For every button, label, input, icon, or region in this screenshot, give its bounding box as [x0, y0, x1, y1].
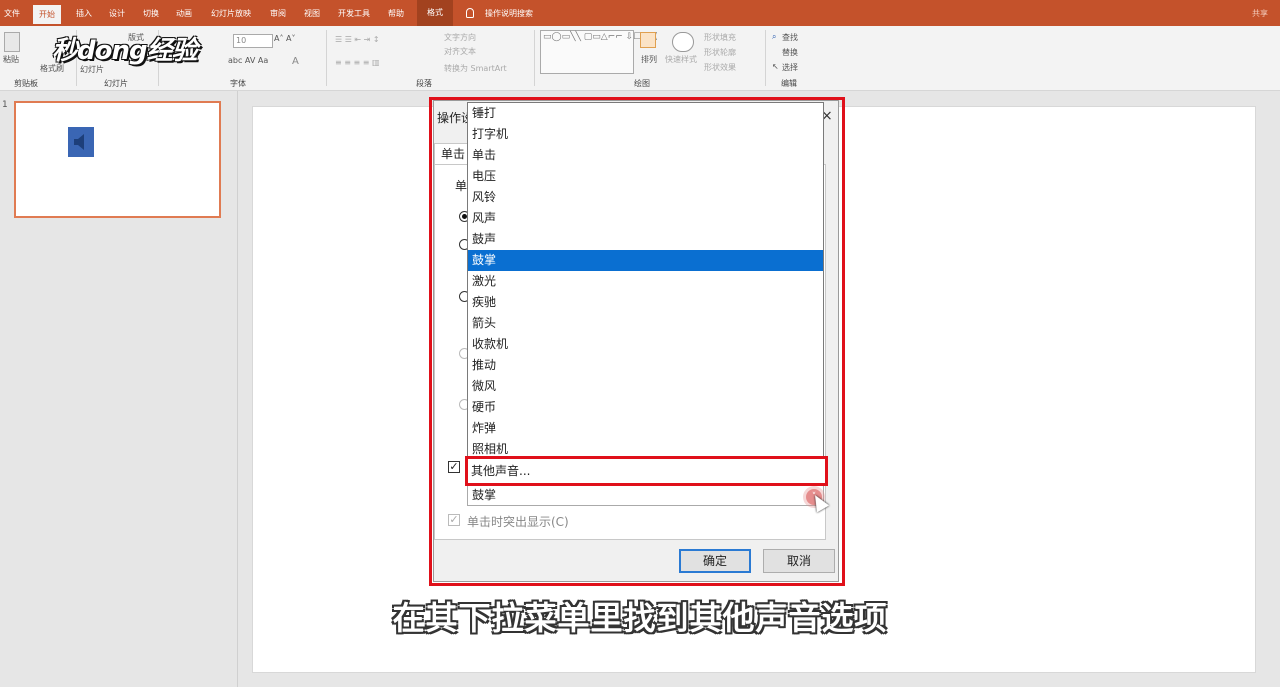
group-drawing-label: 绘图 [634, 79, 650, 88]
ribbon-tab-bar: 文件 开始 插入 设计 切换 动画 幻灯片放映 审阅 视图 开发工具 帮助 格式… [0, 0, 1280, 26]
tab-home[interactable]: 开始 [33, 5, 61, 24]
font-grow-icon[interactable]: A˄ A˅ [274, 34, 296, 43]
list-item[interactable]: 炸弹 [468, 418, 823, 439]
action-group-label: 单 [455, 179, 468, 193]
highlight-click-label: 单击时突出显示(C) [467, 515, 569, 529]
tab-design[interactable]: 设计 [109, 6, 125, 22]
align-icons[interactable]: ≡ ≡ ≡ ≡ ▥ [335, 58, 380, 67]
group-editing-label: 编辑 [781, 79, 797, 88]
shape-effects-button[interactable]: 形状效果 [704, 62, 736, 73]
list-item[interactable]: 推动 [468, 355, 823, 376]
list-item[interactable]: 单击 [468, 145, 823, 166]
tab-transitions[interactable]: 切换 [143, 6, 159, 22]
list-item[interactable]: 收款机 [468, 334, 823, 355]
cancel-button[interactable]: 取消 [763, 549, 835, 573]
select-button[interactable]: 选择 [782, 62, 798, 73]
caption-subtitle: 在其下拉菜单里找到其他声音选项 [392, 599, 888, 637]
list-item[interactable]: 疾驰 [468, 292, 823, 313]
ok-button[interactable]: 确定 [679, 549, 751, 573]
list-item[interactable]: 风铃 [468, 187, 823, 208]
play-sound-checkbox[interactable]: ✓ [448, 461, 460, 473]
group-separator [765, 30, 766, 86]
arrange-icon [640, 32, 656, 48]
shape-fill-button[interactable]: 形状填充 [704, 32, 736, 43]
highlight-click-checkbox[interactable]: ✓ [448, 514, 460, 526]
list-item[interactable]: 箭头 [468, 313, 823, 334]
group-clipboard-label: 剪贴板 [14, 79, 38, 88]
tab-file[interactable]: 文件 [4, 6, 20, 22]
tab-developer[interactable]: 开发工具 [338, 6, 370, 22]
watermark-logo: 秒dong经验 [52, 36, 198, 66]
group-separator [534, 30, 535, 86]
list-item[interactable]: 电压 [468, 166, 823, 187]
char-spacing-icon[interactable]: abc AV Aa [228, 56, 268, 65]
speaker-icon [68, 127, 94, 157]
slide-thumbnail[interactable] [14, 101, 221, 218]
tab-view[interactable]: 视图 [304, 6, 320, 22]
font-color-icon[interactable]: A [292, 56, 299, 67]
list-item[interactable]: 打字机 [468, 124, 823, 145]
group-slides-label: 幻灯片 [104, 79, 128, 88]
paste-icon[interactable] [4, 32, 20, 52]
find-button[interactable]: 查找 [782, 32, 798, 43]
list-item[interactable]: 风声 [468, 208, 823, 229]
tab-slideshow[interactable]: 幻灯片放映 [211, 6, 251, 22]
quick-styles-button[interactable]: 快速样式 [665, 54, 697, 65]
tab-format[interactable]: 格式 [417, 0, 453, 26]
other-sound-option[interactable]: 其他声音... [467, 461, 824, 482]
group-paragraph-label: 段落 [416, 79, 432, 88]
quick-styles-icon [672, 32, 694, 52]
share-button[interactable]: 共享 [1252, 8, 1268, 19]
tab-insert[interactable]: 插入 [76, 6, 92, 22]
group-font-label: 字体 [230, 79, 246, 88]
replace-button[interactable]: 替换 [782, 47, 798, 58]
tell-me-search[interactable]: 操作说明搜索 [485, 6, 533, 22]
paste-label[interactable]: 粘贴 [3, 54, 19, 65]
list-item[interactable]: 激光 [468, 271, 823, 292]
arrange-button[interactable]: 排列 [641, 54, 657, 65]
list-item-selected[interactable]: 鼓掌 [468, 250, 823, 271]
list-item[interactable]: 锤打 [468, 103, 823, 124]
find-icon: ⌕ [772, 32, 777, 41]
tab-review[interactable]: 审阅 [270, 6, 286, 22]
text-direction-button[interactable]: 文字方向 [444, 32, 476, 43]
list-item[interactable]: 硬币 [468, 397, 823, 418]
tab-help[interactable]: 帮助 [388, 6, 404, 22]
list-item[interactable]: 鼓声 [468, 229, 823, 250]
list-item[interactable]: 照相机 [468, 439, 823, 456]
sound-combo-box[interactable]: 鼓掌 [467, 485, 824, 506]
tab-animations[interactable]: 动画 [176, 6, 192, 22]
select-icon: ↖ [772, 62, 779, 71]
smartart-button[interactable]: 转换为 SmartArt [444, 63, 507, 74]
list-item[interactable]: 微风 [468, 376, 823, 397]
sound-dropdown-list[interactable]: 锤打 打字机 单击 电压 风铃 风声 鼓声 鼓掌 激光 疾驰 箭头 收款机 推动… [467, 102, 824, 457]
group-separator [326, 30, 327, 86]
lightbulb-icon [466, 8, 474, 18]
shape-outline-button[interactable]: 形状轮廓 [704, 47, 736, 58]
font-size-box[interactable]: 10 [233, 34, 273, 48]
bullets-icon[interactable]: ☰ ☰ ⇤ ⇥ ↕ [335, 35, 380, 44]
slide-number: 1 [2, 100, 8, 110]
align-text-button[interactable]: 对齐文本 [444, 46, 476, 57]
